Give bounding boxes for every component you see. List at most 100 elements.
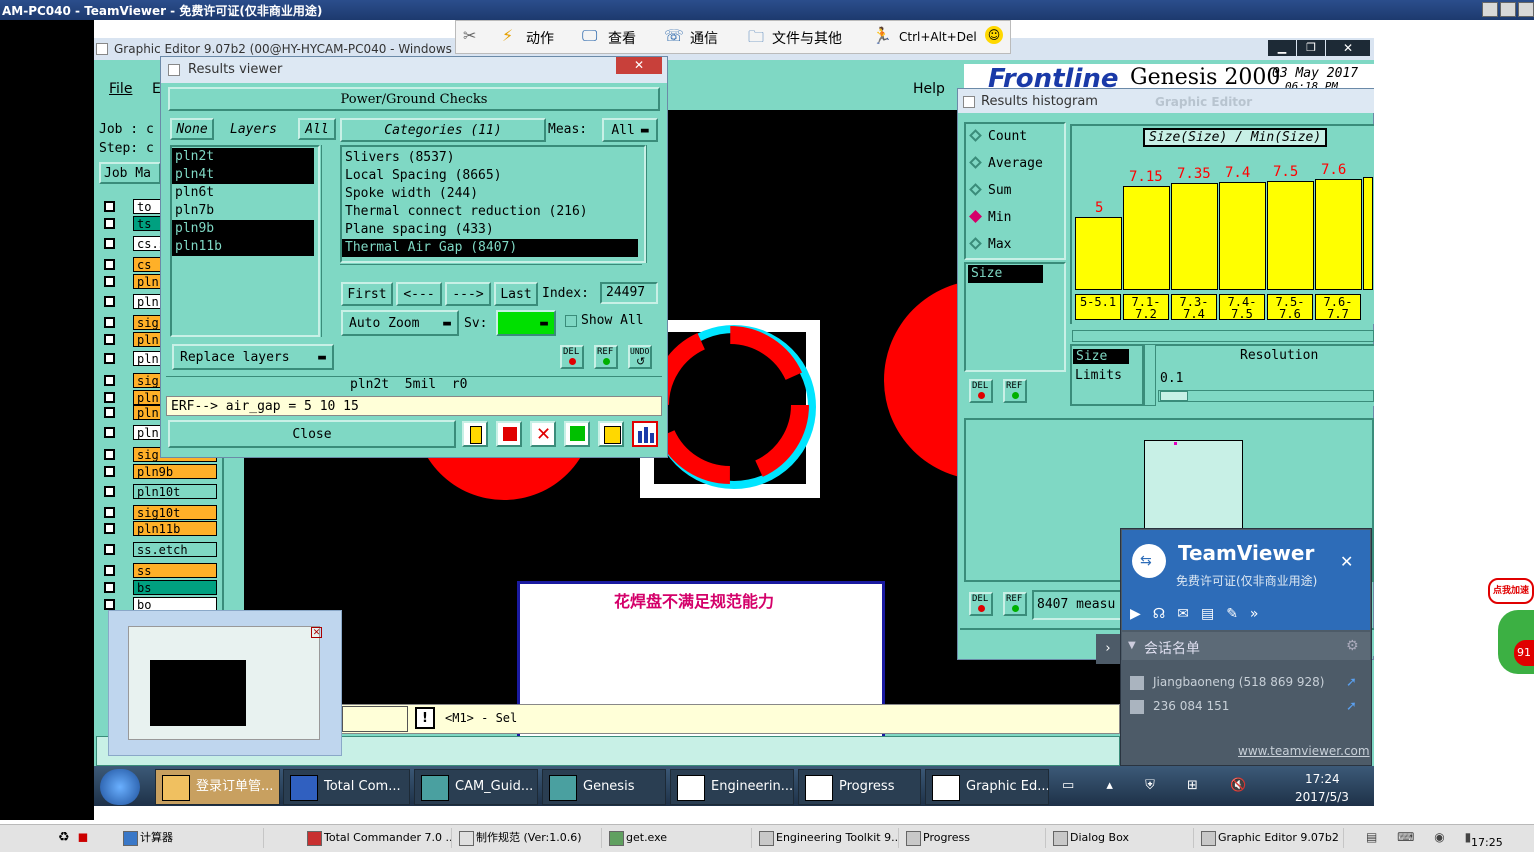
stat-radio-sum[interactable]: Sum [969,183,1011,198]
layer-visibility-checkbox[interactable] [104,582,115,593]
tv-close-session-icon[interactable]: ✂ [463,26,476,45]
tv-expand-arrow[interactable]: › [1096,634,1120,664]
remote-taskbar-item[interactable]: CAM_Guid... [414,769,538,805]
index-input[interactable]: 24497 [600,282,658,304]
category-item[interactable]: Local Spacing (8665) [342,167,638,185]
category-item[interactable]: Slivers (8537) [342,149,638,167]
stat-radio-min[interactable]: Min [969,210,1011,225]
show-all-checkbox[interactable] [565,315,577,327]
layer-item[interactable]: pln6t [172,184,314,202]
histogram-hscroll[interactable] [1072,330,1374,342]
layer-visibility-checkbox[interactable] [104,296,115,307]
layer-visibility-checkbox[interactable] [104,565,115,576]
layer-visibility-checkbox[interactable] [104,486,115,497]
rh-del-button[interactable]: DEL [969,379,993,403]
stat-radio-max[interactable]: Max [969,237,1011,252]
category-item[interactable]: Plane spacing (433) [342,221,638,239]
sv-color-select[interactable]: ▬ [496,310,556,336]
categories-vscroll[interactable] [646,145,660,263]
layer-visibility-checkbox[interactable] [104,238,115,249]
layer-name[interactable]: pln10t [133,484,217,499]
layer-visibility-checkbox[interactable] [104,544,115,555]
histogram-bar[interactable] [1267,181,1314,290]
layers-none-button[interactable]: None [170,118,214,140]
layers-all-button[interactable]: All [298,118,336,140]
rv-del-button[interactable]: DEL [560,345,584,369]
remote-taskbar-item[interactable]: Graphic Ed... [925,769,1049,805]
histogram-bar[interactable] [1171,183,1218,290]
tv-video-icon[interactable]: ▶ [1130,606,1153,622]
limits-vscroll[interactable] [1144,344,1156,406]
next-button[interactable]: ---> [445,282,491,306]
layer-name[interactable]: ss.etch [133,542,217,557]
warning-icon[interactable]: ! [415,707,435,729]
stat-radio-count[interactable]: Count [969,129,1027,144]
remote-taskbar-item[interactable]: Engineerin... [670,769,794,805]
layer-visibility-checkbox[interactable] [104,392,115,403]
job-matrix-button[interactable]: Job Ma [99,162,161,184]
layer-name[interactable]: ss [133,563,217,578]
host-taskbar-item[interactable]: get.exe [606,828,752,848]
resolution-slider-thumb[interactable] [1160,391,1188,401]
maximize-button[interactable] [1500,2,1516,17]
layer-visibility-checkbox[interactable] [104,427,115,438]
ad-badge[interactable]: 点我加速 [1488,578,1534,604]
rh-del-button-2[interactable]: DEL [969,592,993,616]
tv-more-icon[interactable]: » [1250,606,1271,622]
host-taskbar-item[interactable]: Progress [903,828,1046,848]
histogram-bar[interactable] [1075,217,1122,290]
tv-communicate-menu[interactable]: 通信 [690,28,718,48]
host-taskbar-item[interactable]: Total Commander 7.0 ... [304,828,452,848]
auto-zoom-select[interactable]: Auto Zoom ▬ [341,310,459,336]
histogram-icon[interactable] [632,421,658,447]
tv-gear-icon[interactable]: ⚙ [1346,638,1359,654]
histogram-bar[interactable] [1315,179,1362,290]
category-item[interactable]: Spoke width (244) [342,185,638,203]
rv-ref-button[interactable]: REF [594,345,618,369]
layers-vscroll[interactable] [321,145,335,337]
tv-user2[interactable]: 236 084 151 [1153,699,1229,713]
tv-session-list[interactable]: 会话名单 [1144,638,1200,658]
last-button[interactable]: Last [494,282,538,306]
histogram-bar[interactable] [1123,186,1170,290]
close-button[interactable] [1518,2,1534,17]
host-taskbar-item[interactable]: Dialog Box [1050,828,1194,848]
remote-taskbar-item[interactable]: Genesis [542,769,666,805]
layer-visibility-checkbox[interactable] [104,407,115,418]
layer-item[interactable]: pln7b [172,202,314,220]
layer-visibility-checkbox[interactable] [104,276,115,287]
layer-visibility-checkbox[interactable] [104,507,115,518]
layer-item[interactable]: pln11b [172,238,314,256]
remote-taskbar-item[interactable]: Total Com... [283,769,410,805]
tv-cad-button[interactable]: Ctrl+Alt+Del [899,30,977,44]
tv-user2-connect-icon[interactable]: ➚ [1346,699,1357,714]
start-button[interactable] [100,769,140,805]
layer-visibility-checkbox[interactable] [104,523,115,534]
layer-name[interactable]: pln11b [133,521,217,536]
layer-visibility-checkbox[interactable] [104,317,115,328]
tv-link[interactable]: www.teamviewer.com [1238,744,1370,758]
layer-item[interactable]: pln9b [172,220,314,238]
menu-help[interactable]: Help [913,81,945,97]
tv-chat-icon[interactable]: ✉ [1177,606,1201,622]
replace-layers-select[interactable]: Replace layers ▬ [172,344,334,370]
layer-item[interactable]: pln2t [172,148,314,166]
layer-visibility-checkbox[interactable] [104,201,115,212]
size-list-item[interactable]: Size [968,265,1043,283]
category-item[interactable]: Thermal connect reduction (216) [342,203,638,221]
report-icon[interactable] [564,421,590,447]
tv-files-icon[interactable]: ▤ [1201,606,1226,622]
layer-visibility-checkbox[interactable] [104,259,115,270]
layer-visibility-checkbox[interactable] [104,449,115,460]
categories-hscroll[interactable] [340,264,642,276]
minimize-button[interactable] [1482,2,1498,17]
rv-close-main-button[interactable]: Close [168,420,456,448]
tv-view-menu[interactable]: 查看 [608,28,636,48]
layer-name[interactable]: pln9b [133,464,217,479]
histogram-bar[interactable] [1219,182,1266,290]
remote-taskbar-item[interactable]: Progress [798,769,921,805]
layer-name[interactable]: sig10t [133,505,217,520]
layer-name[interactable]: bs [133,580,217,595]
ge-close-button[interactable]: ✕ [1326,40,1370,56]
status-field[interactable] [342,706,408,732]
